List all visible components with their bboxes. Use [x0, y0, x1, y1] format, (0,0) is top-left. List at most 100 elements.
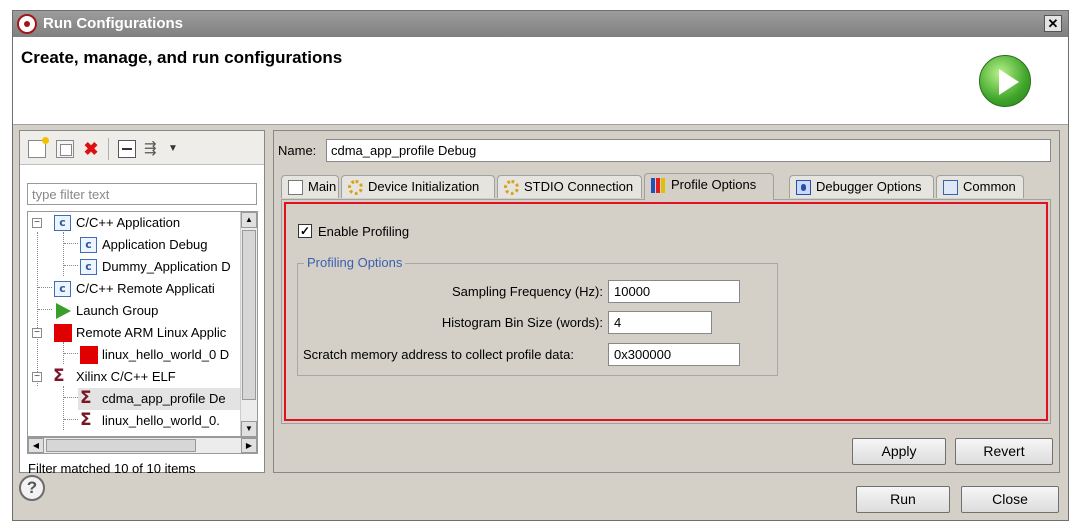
view-menu-icon[interactable]: ▼ — [168, 140, 186, 158]
xilinx-icon: Σ — [53, 366, 65, 386]
collapse-all-icon[interactable] — [118, 140, 136, 158]
tree-connector — [64, 397, 78, 398]
delete-icon[interactable]: ✖ — [82, 140, 100, 158]
config-tabs: Main Device Initialization STDIO Connect… — [281, 173, 1051, 200]
sampling-frequency-label: Sampling Frequency (Hz): — [452, 284, 603, 299]
tree-item-label: Remote ARM Linux Applic — [76, 325, 227, 340]
close-window-icon[interactable]: ✕ — [1044, 15, 1062, 32]
tree-item-label: Launch Group — [76, 303, 159, 318]
tree-item-label: C/C++ Remote Applicati — [76, 281, 215, 296]
tree-item-application-debug[interactable]: c Application Debug — [28, 234, 242, 256]
gear-icon — [348, 180, 363, 195]
histogram-bin-size-label: Histogram Bin Size (words): — [441, 315, 603, 330]
doc-icon — [288, 180, 303, 195]
xilinx-icon: Σ — [80, 388, 92, 408]
scratch-memory-address-label: Scratch memory address to collect profil… — [303, 347, 574, 362]
tree-item-linux-hello-world-debug[interactable]: linux_hello_world_0 D — [28, 344, 242, 366]
scroll-thumb[interactable] — [46, 439, 196, 452]
red-square-icon — [80, 346, 98, 364]
tree-item-label: Dummy_Application D — [102, 259, 231, 274]
c-icon: c — [54, 281, 71, 297]
run-icon — [979, 55, 1031, 107]
c-icon: c — [80, 259, 97, 275]
tab-label: Debugger Options — [816, 179, 922, 194]
tree-item-linux-hello-world-elf[interactable]: Σ linux_hello_world_0. — [28, 410, 242, 432]
tab-main[interactable]: Main — [281, 175, 339, 198]
gear-icon — [504, 180, 519, 195]
title-bar: Run Configurations ✕ — [13, 11, 1068, 37]
scroll-right-icon[interactable]: ▶ — [241, 438, 257, 453]
configuration-editor-pane: Name: Main Device Initialization STDIO C… — [273, 130, 1060, 473]
profiling-options-group: Profiling Options Sampling Frequency (Hz… — [297, 255, 778, 376]
tab-device-initialization[interactable]: Device Initialization — [341, 175, 495, 198]
common-icon — [943, 180, 958, 195]
c-icon: c — [54, 215, 71, 231]
run-configurations-dialog: Run Configurations ✕ Create, manage, and… — [12, 10, 1069, 521]
tab-label: Profile Options — [671, 177, 757, 192]
scroll-left-icon[interactable]: ◀ — [28, 438, 44, 453]
tree-item-cpp-application[interactable]: − c C/C++ Application — [28, 212, 242, 234]
histogram-bin-size-field[interactable] — [608, 311, 712, 334]
sampling-frequency-field[interactable] — [608, 280, 740, 303]
tree-vertical-scrollbar[interactable]: ▲ ▼ — [240, 212, 257, 436]
tab-label: STDIO Connection — [524, 179, 634, 194]
collapse-toggle-icon[interactable]: − — [32, 328, 42, 338]
new-config-icon[interactable] — [28, 137, 49, 158]
tree-item-label: Application Debug — [102, 237, 208, 252]
tree-item-label: Xilinx C/C++ ELF — [76, 369, 176, 384]
scroll-up-icon[interactable]: ▲ — [241, 212, 257, 228]
tree-item-xilinx-cpp-elf[interactable]: − Σ Xilinx C/C++ ELF — [28, 366, 242, 388]
tree-horizontal-scrollbar[interactable]: ◀ ▶ — [27, 437, 258, 454]
tab-common[interactable]: Common — [936, 175, 1024, 198]
tree-item-launch-group[interactable]: Launch Group — [28, 300, 242, 322]
duplicate-icon[interactable] — [56, 140, 74, 158]
name-field[interactable] — [326, 139, 1051, 162]
config-toolbar: ✖ ⇶ ▼ — [20, 131, 264, 165]
dialog-header: Create, manage, and run configurations — [13, 37, 1068, 125]
tab-label: Common — [963, 179, 1016, 194]
run-button[interactable]: Run — [856, 486, 950, 513]
launch-icon — [56, 303, 71, 319]
scroll-thumb[interactable] — [242, 230, 256, 400]
revert-button[interactable]: Revert — [955, 438, 1053, 465]
profile-options-panel: ✓ Enable Profiling Profiling Options Sam… — [281, 199, 1051, 424]
config-tree: − c C/C++ Application c Application Debu… — [27, 211, 258, 437]
scroll-down-icon[interactable]: ▼ — [241, 421, 257, 436]
scratch-memory-address-field[interactable] — [608, 343, 740, 366]
enable-profiling-label: Enable Profiling — [318, 224, 410, 239]
c-icon: c — [80, 237, 97, 253]
tree-item-remote-arm-linux[interactable]: − Remote ARM Linux Applic — [28, 322, 242, 344]
help-icon[interactable]: ? — [19, 475, 45, 501]
filter-icon[interactable]: ⇶ — [144, 140, 162, 158]
xilinx-icon: Σ — [80, 410, 92, 430]
apply-button[interactable]: Apply — [852, 438, 946, 465]
sdk-app-icon — [17, 14, 37, 34]
tree-item-label: C/C++ Application — [76, 215, 181, 230]
configuration-list-pane: ✖ ⇶ ▼ − c C/C++ Application — [19, 130, 265, 476]
name-label: Name: — [278, 143, 317, 158]
filter-input[interactable] — [27, 183, 257, 205]
tree-item-cdma-app-profile[interactable]: Σ cdma_app_profile De — [78, 388, 242, 410]
enable-profiling-checkbox[interactable]: ✓ — [298, 224, 312, 238]
tree-item-label: cdma_app_profile De — [102, 391, 226, 406]
tab-profile-options[interactable]: Profile Options — [644, 173, 774, 200]
bug-icon — [796, 180, 811, 195]
collapse-toggle-icon[interactable]: − — [32, 218, 42, 228]
dialog-heading: Create, manage, and run configurations — [21, 48, 343, 67]
tree-item-dummy-application[interactable]: c Dummy_Application D — [28, 256, 242, 278]
tab-label: Main — [308, 179, 337, 194]
close-button[interactable]: Close — [961, 486, 1059, 513]
tab-label: Device Initialization — [368, 179, 480, 194]
window-title: Run Configurations — [43, 15, 183, 32]
tab-debugger-options[interactable]: Debugger Options — [789, 175, 934, 198]
collapse-toggle-icon[interactable]: − — [32, 372, 42, 382]
tab-stdio-connection[interactable]: STDIO Connection — [497, 175, 642, 198]
toolbar-separator — [108, 138, 109, 160]
chart-icon — [651, 178, 666, 193]
tree-item-cpp-remote-application[interactable]: c C/C++ Remote Applicati — [28, 278, 242, 300]
highlight-box: ✓ Enable Profiling Profiling Options Sam… — [284, 202, 1048, 421]
tree-item-label: linux_hello_world_0 D — [102, 347, 230, 362]
group-title: Profiling Options — [304, 255, 406, 270]
tree-item-label: linux_hello_world_0. — [102, 413, 220, 428]
filter-status: Filter matched 10 of 10 items — [28, 461, 196, 476]
